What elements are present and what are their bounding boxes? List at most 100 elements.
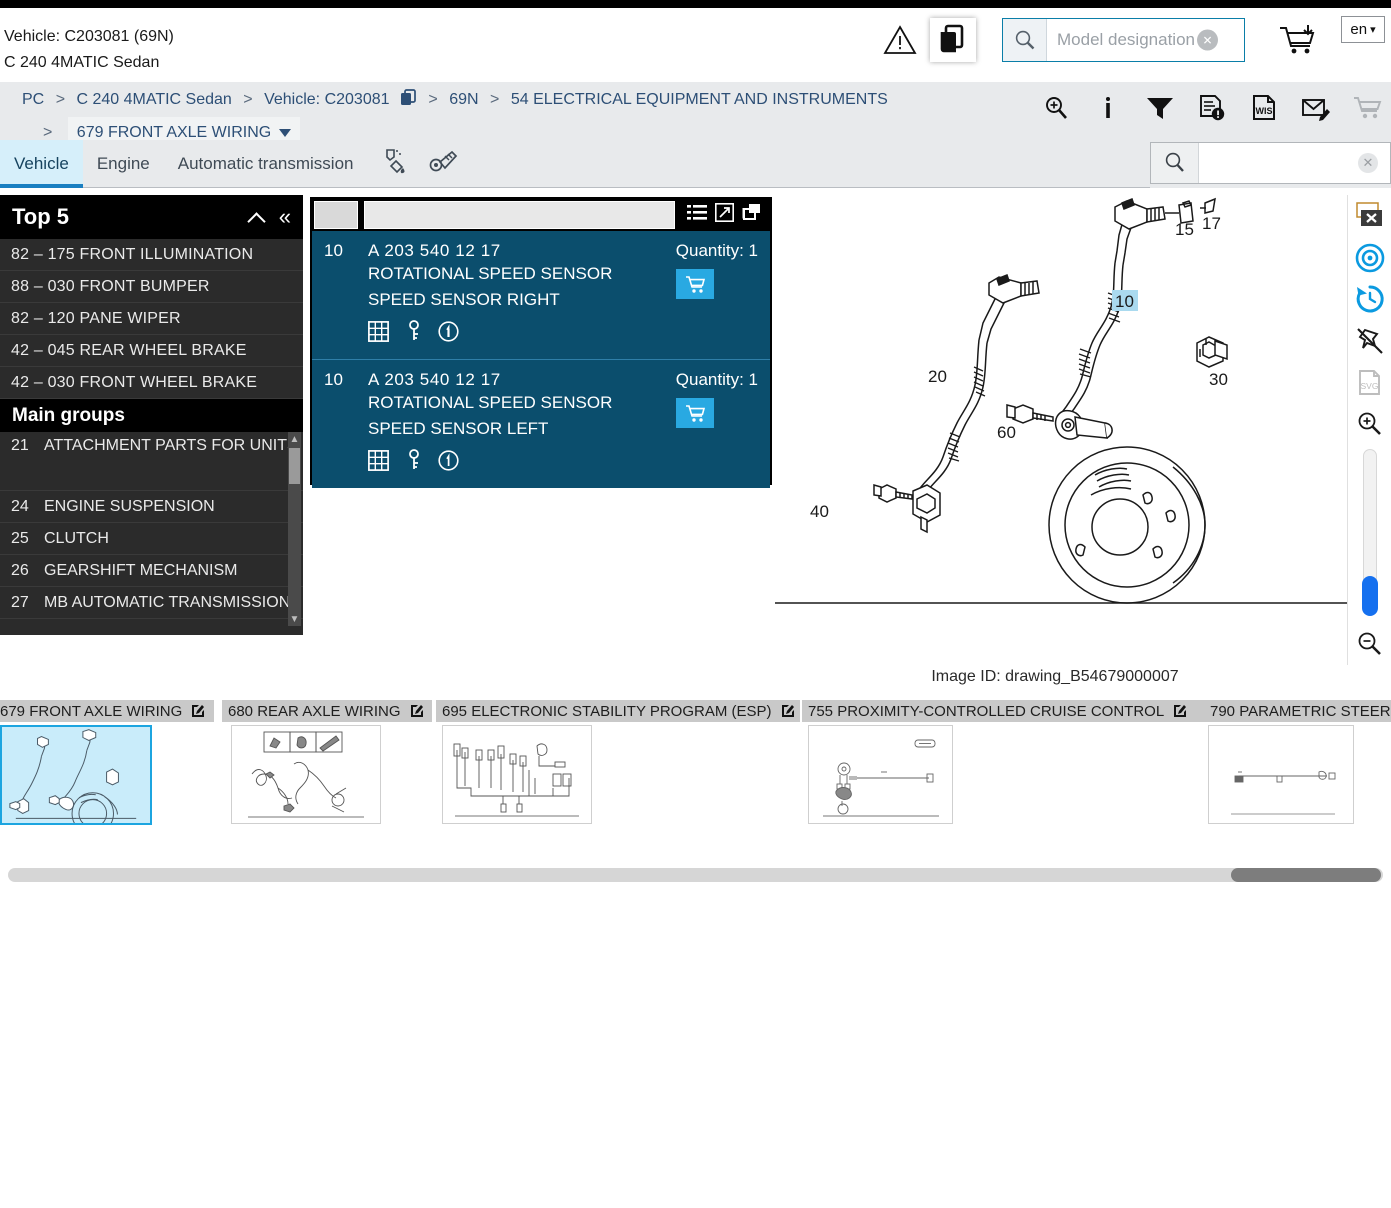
model-search-field[interactable]: Model designation ✕ [1047,19,1244,61]
key-icon[interactable] [405,320,422,347]
thumbnail-image-790[interactable] [1208,725,1354,824]
breadcrumb-item-3[interactable]: 69N [449,91,478,108]
scrollbar-thumb[interactable] [1231,868,1381,882]
callout-40: 40 [810,502,829,521]
thumbnail-image-679[interactable] [0,725,152,825]
warning-triangle-icon[interactable] [878,18,922,62]
breadcrumb-item-2[interactable]: Vehicle: C203081 [264,91,389,108]
scrollbar-thumb[interactable] [289,448,300,484]
thumbnail-label[interactable]: 679 FRONT AXLE WIRING [0,700,214,722]
zoom-in-icon[interactable] [1350,404,1390,446]
copy-vehicle-icon[interactable] [400,89,417,117]
thumbnail-cell-755[interactable]: 755 PROXIMITY-CONTROLLED CRUISE CONTROL [802,700,1204,824]
paint-code-icon[interactable] [382,147,412,182]
main-group-label: GEARSHIFT MECHANISM [44,561,238,579]
tab-vehicle[interactable]: Vehicle [0,140,83,188]
info-circle-icon[interactable] [438,449,459,476]
clear-icon[interactable]: ✕ [1358,153,1378,173]
mail-edit-icon[interactable] [1301,92,1331,124]
parts-search-field[interactable]: ✕ [1199,143,1390,183]
tab-automatic-transmission[interactable]: Automatic transmission [164,140,368,188]
thumbnail-label[interactable]: 755 PROXIMITY-CONTROLLED CRUISE CONTROL [802,700,1204,722]
parts-header-field-wide[interactable] [364,201,675,229]
top5-item-1[interactable]: 88 – 030 FRONT BUMPER [0,271,303,303]
edit-pencil-icon[interactable] [780,703,796,719]
table-grid-icon[interactable] [368,449,389,476]
main-group-24[interactable]: 24 ENGINE SUSPENSION [0,491,303,523]
parts-row[interactable]: 10 A 203 540 12 17 Quantity: 1 ROTATIONA… [312,360,770,488]
edit-pencil-icon[interactable] [409,703,425,719]
zoom-slider[interactable] [1361,449,1378,617]
top5-item-4[interactable]: 42 – 030 FRONT WHEEL BRAKE [0,367,303,399]
scroll-down-arrow-icon[interactable]: ▼ [288,612,301,626]
thumbnail-cell-790[interactable]: 790 PARAMETRIC STEERING [1204,700,1391,824]
clear-icon[interactable]: ✕ [1197,29,1218,51]
thumbnail-cell-680[interactable]: 680 REAR AXLE WIRING [222,700,432,824]
add-to-cart-icon[interactable] [1269,18,1327,62]
main-group-label: ENGINE SUSPENSION [44,497,215,515]
copy-documents-icon[interactable] [930,18,976,62]
close-window-icon[interactable] [1350,195,1390,237]
document-alert-icon[interactable] [1197,92,1227,124]
info-circle-icon[interactable] [438,320,459,347]
duplicate-window-icon[interactable] [742,203,762,227]
language-selector[interactable]: en ▾ [1341,16,1385,43]
top5-item-0[interactable]: 82 – 175 FRONT ILLUMINATION [0,239,303,271]
filter-icon[interactable] [1145,92,1175,124]
thumbnail-label-text: 679 FRONT AXLE WIRING [0,702,183,720]
expand-fullscreen-icon[interactable] [715,203,734,227]
main-group-26[interactable]: 26 GEARSHIFT MECHANISM [0,555,303,587]
table-grid-icon[interactable] [368,320,389,347]
edit-pencil-icon[interactable] [190,703,206,719]
callout-60: 60 [997,423,1016,442]
parts-header-field-small[interactable] [314,201,358,229]
tab-engine[interactable]: Engine [83,140,164,188]
breadcrumb-item-4[interactable]: 54 ELECTRICAL EQUIPMENT AND INSTRUMENTS [511,91,888,108]
reset-history-icon[interactable] [1350,278,1390,320]
parts-search-box[interactable]: ✕ [1150,142,1391,184]
info-icon[interactable] [1093,92,1123,124]
breadcrumb-item-1[interactable]: C 240 4MATIC Sedan [76,91,231,108]
thumbnail-label[interactable]: 790 PARAMETRIC STEERING [1204,700,1391,722]
chevron-double-left-icon[interactable]: « [279,206,291,228]
zoom-out-icon[interactable] [1350,623,1390,665]
thumbnail-label-text: 680 REAR AXLE WIRING [228,702,401,720]
top5-item-3[interactable]: 42 – 045 REAR WHEEL BRAKE [0,335,303,367]
top5-item-2[interactable]: 82 – 120 PANE WIPER [0,303,303,335]
tab-label: Automatic transmission [177,154,354,173]
unpin-icon[interactable] [1350,320,1390,362]
wis-document-icon[interactable]: WIS [1249,92,1279,124]
thumbnail-cell-679[interactable]: 679 FRONT AXLE WIRING [0,700,214,825]
main-group-label: ATTACHMENT PARTS FOR UNITS [44,437,298,454]
thumbnail-cell-695[interactable]: 695 ELECTRONIC STABILITY PROGRAM (ESP) [436,700,800,824]
parts-row[interactable]: 10 A 203 540 12 17 Quantity: 1 ROTATIONA… [312,231,770,360]
thumbnail-label[interactable]: 695 ELECTRONIC STABILITY PROGRAM (ESP) [436,700,800,722]
sidebar-scrollbar[interactable]: ▲ ▼ [288,432,301,626]
scroll-up-arrow-icon[interactable]: ▲ [288,432,301,446]
part-quantity: Quantity: 1 [675,370,758,389]
zoom-search-icon[interactable] [1041,92,1071,124]
add-to-cart-button[interactable] [676,269,714,299]
main-group-21[interactable]: 21 ATTACHMENT PARTS FOR UNITS [0,432,303,491]
cart-icon[interactable] [1353,92,1383,124]
model-search-box[interactable]: Model designation ✕ [1002,18,1245,62]
thumbnail-image-695[interactable] [442,725,592,824]
zoom-slider-knob[interactable] [1361,576,1378,617]
thumbnail-label[interactable]: 680 REAR AXLE WIRING [222,700,432,722]
technical-drawing-panel[interactable]: 15 17 10 20 30 60 40 [775,195,1391,655]
top5-title: Top 5 [12,204,70,229]
key-icon[interactable] [405,449,422,476]
main-group-number: 21 [11,437,29,454]
horizontal-scrollbar[interactable] [8,868,1383,882]
add-to-cart-button[interactable] [676,398,714,428]
list-view-icon[interactable] [687,204,707,227]
thumbnail-image-680[interactable] [231,725,381,824]
target-focus-icon[interactable] [1350,237,1390,279]
main-group-27[interactable]: 27 MB AUTOMATIC TRANSMISSION [0,587,303,619]
edit-pencil-icon[interactable] [1172,703,1188,719]
chevron-up-icon[interactable] [249,209,265,225]
equipment-code-icon[interactable] [428,147,460,182]
main-group-25[interactable]: 25 CLUTCH [0,523,303,555]
breadcrumb-item-0[interactable]: PC [22,91,44,108]
thumbnail-image-755[interactable] [808,725,953,824]
